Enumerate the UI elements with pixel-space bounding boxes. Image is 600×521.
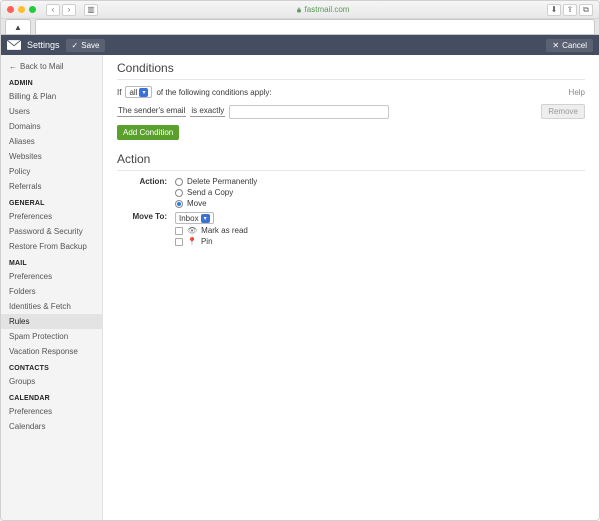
close-window-icon[interactable] bbox=[7, 6, 14, 13]
back-to-mail-link[interactable]: Back to Mail bbox=[1, 59, 102, 74]
sidebar-item-billing-plan[interactable]: Billing & Plan bbox=[1, 89, 102, 104]
sidebar-item-rules[interactable]: Rules bbox=[1, 314, 102, 329]
page-title: Settings bbox=[27, 40, 60, 50]
if-label: If bbox=[117, 88, 121, 97]
condition-value-input[interactable] bbox=[229, 105, 389, 119]
chevron-down-icon: ▾ bbox=[139, 88, 148, 97]
sidebar-item-spam-protection[interactable]: Spam Protection bbox=[1, 329, 102, 344]
sidebar-item-preferences[interactable]: Preferences bbox=[1, 209, 102, 224]
settings-sidebar: Back to Mail ADMINBilling & PlanUsersDom… bbox=[1, 55, 103, 520]
sidebar-section-heading: GENERAL bbox=[1, 194, 102, 209]
scope-tail-label: of the following conditions apply: bbox=[156, 88, 271, 97]
sidebar-item-users[interactable]: Users bbox=[1, 104, 102, 119]
forward-button[interactable]: › bbox=[62, 4, 76, 16]
sidebar-item-preferences[interactable]: Preferences bbox=[1, 269, 102, 284]
moveto-folder-select[interactable]: Inbox ▾ bbox=[175, 212, 214, 224]
url-host: fastmail.com bbox=[305, 5, 350, 14]
condition-operator-select[interactable]: is exactly bbox=[190, 106, 225, 117]
radio-icon bbox=[175, 189, 183, 197]
main-content: Conditions If all ▾ of the following con… bbox=[103, 55, 599, 520]
condition-row: The sender's email is exactly Remove bbox=[117, 104, 585, 119]
condition-field-select[interactable]: The sender's email bbox=[117, 106, 186, 117]
pinned-tab[interactable]: ▲ bbox=[5, 19, 31, 34]
radio-icon bbox=[175, 178, 183, 186]
add-condition-button[interactable]: Add Condition bbox=[117, 125, 179, 140]
sidebar-section-heading: CONTACTS bbox=[1, 359, 102, 374]
sidebar-item-identities-fetch[interactable]: Identities & Fetch bbox=[1, 299, 102, 314]
help-link[interactable]: Help bbox=[569, 88, 585, 97]
address-bar[interactable]: fastmail.com bbox=[102, 5, 543, 14]
radio-icon bbox=[175, 200, 183, 208]
sidebar-item-domains[interactable]: Domains bbox=[1, 119, 102, 134]
cancel-button[interactable]: Cancel bbox=[546, 39, 593, 52]
pin-option[interactable]: 📍 Pin bbox=[175, 237, 585, 246]
conditions-scope-row: If all ▾ of the following conditions app… bbox=[117, 86, 585, 98]
sidebar-item-websites[interactable]: Websites bbox=[1, 149, 102, 164]
moveto-label: Move To: bbox=[117, 212, 175, 246]
chevron-down-icon: ▾ bbox=[201, 214, 210, 223]
conditions-heading: Conditions bbox=[117, 61, 585, 75]
sidebar-item-calendars[interactable]: Calendars bbox=[1, 419, 102, 434]
sidebar-item-aliases[interactable]: Aliases bbox=[1, 134, 102, 149]
mail-logo-icon bbox=[7, 40, 21, 50]
downloads-icon[interactable]: ⬇ bbox=[547, 4, 561, 16]
sidebar-item-referrals[interactable]: Referrals bbox=[1, 179, 102, 194]
save-button[interactable]: Save bbox=[66, 39, 106, 52]
sidebar-item-preferences[interactable]: Preferences bbox=[1, 404, 102, 419]
sidebar-item-groups[interactable]: Groups bbox=[1, 374, 102, 389]
browser-window: ‹ › ▥ fastmail.com ⬇ ⇪ ⧉ ▲ Settings Save… bbox=[0, 0, 600, 521]
sidebar-item-password-security[interactable]: Password & Security bbox=[1, 224, 102, 239]
sidebar-toggle-icon[interactable]: ▥ bbox=[84, 4, 98, 16]
tab-favicon: ▲ bbox=[14, 23, 22, 32]
sidebar-item-vacation-response[interactable]: Vacation Response bbox=[1, 344, 102, 359]
sidebar-section-heading: ADMIN bbox=[1, 74, 102, 89]
checkbox-icon bbox=[175, 227, 183, 235]
share-icon[interactable]: ⇪ bbox=[563, 4, 577, 16]
sidebar-item-folders[interactable]: Folders bbox=[1, 284, 102, 299]
sidebar-section-heading: MAIL bbox=[1, 254, 102, 269]
tab-strip: ▲ bbox=[1, 19, 599, 35]
minimize-window-icon[interactable] bbox=[18, 6, 25, 13]
mark-as-read-option[interactable]: 👁 Mark as read bbox=[175, 226, 585, 235]
eye-slash-icon: 👁 bbox=[187, 226, 197, 235]
sidebar-section-heading: CALENDAR bbox=[1, 389, 102, 404]
checkbox-icon bbox=[175, 238, 183, 246]
back-button[interactable]: ‹ bbox=[46, 4, 60, 16]
active-tab[interactable] bbox=[35, 19, 595, 34]
remove-condition-button[interactable]: Remove bbox=[541, 104, 585, 119]
action-option-send-a-copy[interactable]: Send a Copy bbox=[175, 188, 585, 197]
action-option-delete-permanently[interactable]: Delete Permanently bbox=[175, 177, 585, 186]
sidebar-item-restore-from-backup[interactable]: Restore From Backup bbox=[1, 239, 102, 254]
tabs-icon[interactable]: ⧉ bbox=[579, 4, 593, 16]
lock-icon bbox=[296, 7, 302, 13]
match-scope-select[interactable]: all ▾ bbox=[125, 86, 152, 98]
pin-icon: 📍 bbox=[187, 237, 197, 246]
titlebar: ‹ › ▥ fastmail.com ⬇ ⇪ ⧉ bbox=[1, 1, 599, 19]
action-heading: Action bbox=[117, 152, 585, 166]
action-option-move[interactable]: Move bbox=[175, 199, 585, 208]
app-header: Settings Save Cancel bbox=[1, 35, 599, 55]
zoom-window-icon[interactable] bbox=[29, 6, 36, 13]
sidebar-item-policy[interactable]: Policy bbox=[1, 164, 102, 179]
action-label: Action: bbox=[117, 177, 175, 208]
